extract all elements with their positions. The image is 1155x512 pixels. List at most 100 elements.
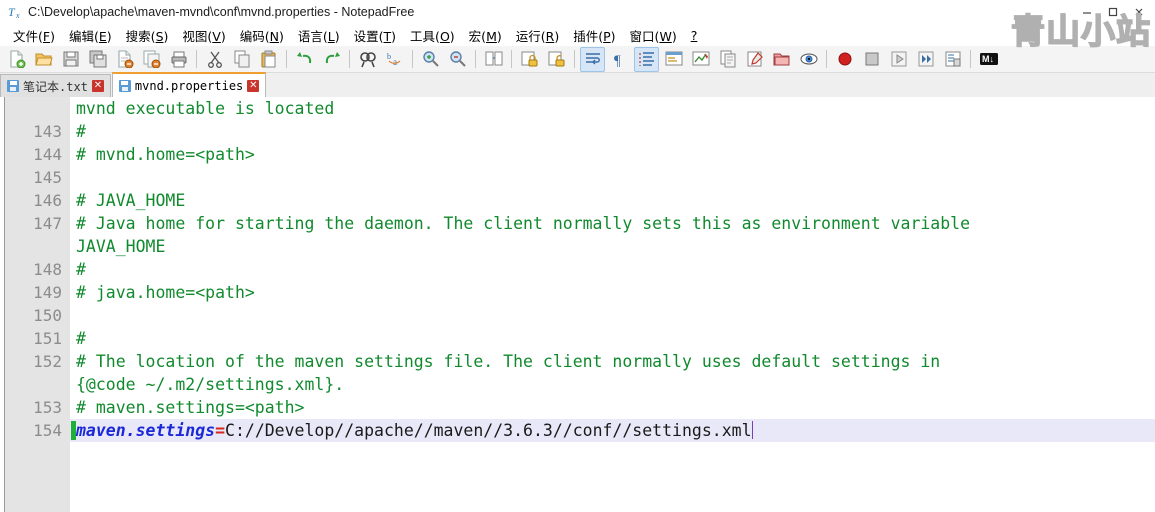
code-line[interactable]: JAVA_HOME	[0, 235, 1155, 258]
code-line[interactable]: 147 # Java home for starting the daemon. …	[0, 212, 1155, 235]
save-icon[interactable]	[58, 47, 83, 72]
line-number: 149	[33, 283, 62, 302]
code-line[interactable]: 153 # maven.settings=<path>	[0, 396, 1155, 419]
monitoring-icon[interactable]	[796, 47, 821, 72]
indent-guide-icon[interactable]	[634, 46, 659, 72]
menu-item-language[interactable]: 语言(L)	[291, 24, 347, 47]
code-line[interactable]: {@code ~/.m2/settings.xml}.	[0, 373, 1155, 396]
play-macro-icon[interactable]	[886, 47, 911, 72]
tab-mvnd-properties[interactable]: mvnd.properties ✕	[111, 72, 267, 97]
zoom-out-icon[interactable]	[445, 47, 470, 72]
line-text: JAVA_HOME	[76, 235, 165, 258]
token-key: maven.settings	[76, 421, 216, 440]
code-line[interactable]: 151 #	[0, 327, 1155, 350]
redo-icon[interactable]	[319, 47, 344, 72]
line-text: mvnd executable is located	[76, 97, 334, 120]
token-cm: JAVA_HOME	[76, 237, 166, 256]
line-number: 154	[33, 421, 62, 440]
code-line[interactable]: 154 maven.settings=C://Develop//apache//m…	[0, 419, 1155, 442]
cut-icon[interactable]	[202, 47, 227, 72]
close-file-icon[interactable]	[112, 47, 137, 72]
print-icon[interactable]	[166, 47, 191, 72]
menu-item-plugins[interactable]: 插件(P)	[566, 24, 622, 47]
title-bar: T x C:\Develop\apache\maven-mvnd\conf\mv…	[0, 0, 1155, 24]
document-map-icon[interactable]	[715, 47, 740, 72]
menu-item-edit[interactable]: 编辑(E)	[62, 24, 119, 47]
menu-item-run[interactable]: 运行(R)	[509, 24, 566, 47]
lock-document-icon[interactable]	[517, 47, 542, 72]
code-line[interactable]: 152 # The location of the maven settings …	[0, 350, 1155, 373]
menu-item-window[interactable]: 窗口(W)	[623, 24, 684, 47]
menu-item-macro[interactable]: 宏(M)	[462, 24, 509, 47]
close-icon[interactable]: ✕	[91, 80, 104, 92]
word-wrap-icon[interactable]	[580, 46, 605, 72]
function-list-icon[interactable]	[742, 47, 767, 72]
code-content[interactable]: mvnd executable is located 143 #144 # mvnd.…	[0, 97, 1155, 512]
tab-label: 笔记本.txt	[23, 79, 88, 94]
find-icon[interactable]	[355, 47, 380, 72]
sync-vertical-scroll-icon[interactable]	[481, 47, 506, 72]
folder-as-workspace-icon[interactable]	[769, 47, 794, 72]
separator-7	[574, 50, 575, 68]
maximize-button[interactable]	[1101, 2, 1125, 22]
menu-item-file[interactable]: 文件(F)	[6, 24, 62, 47]
user-defined-dialog-icon[interactable]	[661, 47, 686, 72]
editor-area[interactable]: mvnd executable is located 143 #144 # mvnd.…	[0, 97, 1155, 512]
paste-icon[interactable]	[256, 47, 281, 72]
separator-9	[970, 50, 971, 68]
line-text: # The location of the maven settings fil…	[76, 350, 940, 373]
code-line[interactable]: 146 # JAVA_HOME	[0, 189, 1155, 212]
markdown-icon[interactable]: M↓	[976, 47, 1001, 72]
menu-item-tools[interactable]: 工具(O)	[403, 24, 462, 47]
token-eq: =	[215, 421, 226, 440]
minimize-button[interactable]	[1075, 2, 1099, 22]
separator-2	[286, 50, 287, 68]
code-line[interactable]: 144 # mvnd.home=<path>	[0, 143, 1155, 166]
run-macro-multiple-icon[interactable]	[913, 47, 938, 72]
code-line[interactable]: 149 # java.home=<path>	[0, 281, 1155, 304]
svg-text:M↓: M↓	[982, 54, 994, 64]
token-cm: # java.home=<path>	[76, 283, 255, 302]
menu-item-help[interactable]: ?	[684, 26, 705, 45]
new-file-icon[interactable]	[4, 47, 29, 72]
open-file-icon[interactable]	[31, 47, 56, 72]
code-line[interactable]: 143 #	[0, 120, 1155, 143]
token-cm: # JAVA_HOME	[76, 191, 186, 210]
close-icon[interactable]: ✕	[247, 79, 260, 92]
undo-icon[interactable]	[292, 47, 317, 72]
window-title: C:\Develop\apache\maven-mvnd\conf\mvnd.p…	[28, 5, 415, 19]
menu-item-encoding[interactable]: 编码(N)	[233, 24, 291, 47]
token-cm: #	[76, 260, 86, 279]
replace-icon[interactable]: ba	[382, 47, 407, 72]
menu-item-view[interactable]: 视图(V)	[175, 24, 232, 47]
token-cm: # mvnd.home=<path>	[76, 145, 255, 164]
close-all-files-icon[interactable]	[139, 47, 164, 72]
code-line[interactable]: mvnd executable is located	[0, 97, 1155, 120]
notepadfree-window: T x C:\Develop\apache\maven-mvnd\conf\mv…	[0, 0, 1155, 512]
show-all-characters-icon[interactable]: ¶	[607, 47, 632, 72]
unlock-document-icon[interactable]	[544, 47, 569, 72]
zoom-in-icon[interactable]	[418, 47, 443, 72]
stop-macro-icon[interactable]	[859, 47, 884, 72]
save-macro-icon[interactable]	[940, 47, 965, 72]
line-text: # mvnd.home=<path>	[76, 143, 255, 166]
tab-bar: 笔记本.txt ✕ mvnd.properties ✕	[0, 72, 1155, 98]
line-number: 147	[33, 214, 62, 233]
menu-item-search[interactable]: 搜索(S)	[119, 24, 176, 47]
show-symbol-icon[interactable]	[688, 47, 713, 72]
separator-6	[511, 50, 512, 68]
tab--txt[interactable]: 笔记本.txt ✕	[0, 74, 111, 97]
record-macro-icon[interactable]	[832, 47, 857, 72]
code-line[interactable]: 150	[0, 304, 1155, 327]
close-button[interactable]	[1127, 2, 1151, 22]
copy-icon[interactable]	[229, 47, 254, 72]
line-text: # JAVA_HOME	[76, 189, 185, 212]
line-number: 153	[33, 398, 62, 417]
svg-text:a: a	[393, 57, 397, 67]
toolbar: b a ¶ M↓	[0, 46, 1155, 73]
save-all-icon[interactable]	[85, 47, 110, 72]
code-line[interactable]: 148 #	[0, 258, 1155, 281]
code-line[interactable]: 145	[0, 166, 1155, 189]
menu-item-settings[interactable]: 设置(T)	[347, 24, 403, 47]
line-number: 151	[33, 329, 62, 348]
